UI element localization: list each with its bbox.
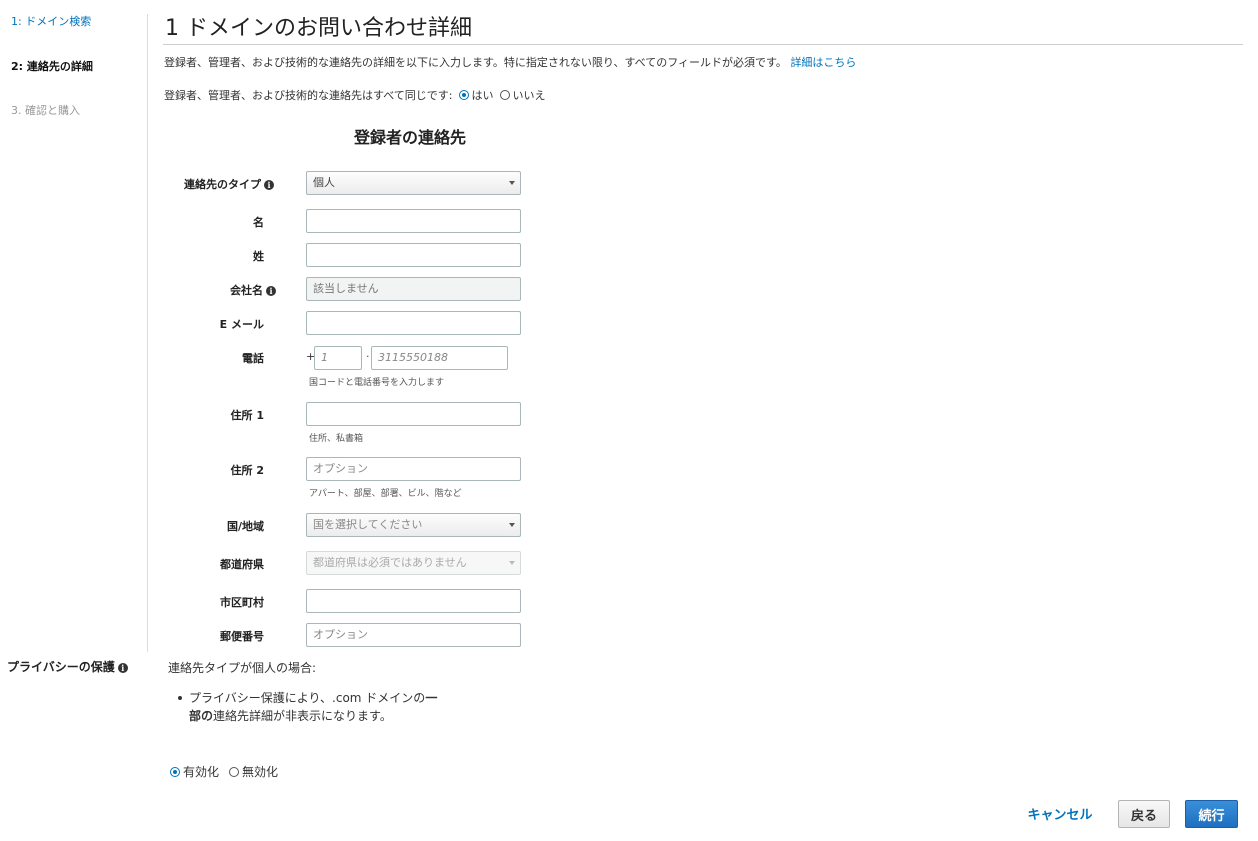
same-contacts-no-radio[interactable] (499, 90, 510, 100)
phone-hint: 国コードと電話番号を入力します (309, 378, 445, 388)
phone-number-input[interactable]: 3115550188 (371, 346, 508, 370)
continue-button[interactable]: 続行 (1185, 800, 1238, 828)
email-label: E メール (219, 318, 264, 331)
address1-input[interactable] (306, 402, 521, 426)
privacy-radio-group: 有効化 無効化 (170, 763, 278, 780)
intro-text: 登録者、管理者、および技術的な連絡先の詳細を以下に入力します。特に指定されない限… (164, 54, 856, 70)
privacy-condition: 連絡先タイプが個人の場合: (168, 661, 317, 675)
sidebar-step-review-purchase: 3. 確認と購入 (11, 104, 80, 117)
country-label: 国/地域 (226, 520, 264, 533)
address2-label: 住所 2 (230, 464, 264, 477)
cancel-button[interactable]: キャンセル (1022, 799, 1098, 827)
address1-label: 住所 1 (230, 409, 264, 422)
same-contacts-row: 登録者、管理者、および技術的な連絡先はすべて同じです: はい いいえ (164, 87, 546, 103)
bullet-dot (178, 696, 182, 700)
header-divider (163, 44, 1243, 45)
email-input[interactable] (306, 311, 521, 335)
first-name-input[interactable] (306, 209, 521, 233)
city-input[interactable] (306, 589, 521, 613)
registrant-section-title: 登録者の連絡先 (353, 128, 466, 147)
same-contacts-yes-label: はい (471, 89, 494, 102)
contact-type-select[interactable]: 個人 (306, 171, 521, 195)
address2-input[interactable]: オプション (306, 457, 521, 481)
address1-hint: 住所、私書箱 (309, 434, 364, 444)
chevron-down-icon (509, 523, 515, 527)
same-contacts-yes-radio[interactable] (458, 90, 469, 100)
address2-hint: アパート、部屋、部署、ビル、階など (309, 489, 462, 499)
info-icon[interactable]: i (117, 662, 128, 673)
company-label-text: 会社名 (230, 284, 263, 297)
state-label: 都道府県 (220, 558, 264, 571)
phone-label: 電話 (242, 352, 264, 365)
same-contacts-no-option[interactable]: いいえ (499, 87, 546, 103)
contact-type-label-text: 連絡先のタイプ (184, 178, 261, 191)
last-name-label: 姓 (253, 250, 264, 263)
chevron-down-icon (509, 561, 515, 565)
sidebar-step-contact-details: 2: 連絡先の詳細 (11, 60, 93, 73)
same-contacts-no-label: いいえ (512, 89, 546, 102)
privacy-enable-label: 有効化 (183, 765, 220, 779)
privacy-disable-option[interactable]: 無効化 (229, 763, 278, 780)
last-name-input[interactable] (306, 243, 521, 267)
postal-input[interactable]: オプション (306, 623, 521, 647)
contact-type-label: 連絡先のタイプ i (156, 176, 274, 192)
contact-type-value: 個人 (313, 176, 335, 189)
same-contacts-question: 登録者、管理者、および技術的な連絡先はすべて同じです: (164, 89, 453, 102)
city-label: 市区町村 (220, 596, 264, 609)
sidebar-step-domain-search[interactable]: 1: ドメイン検索 (11, 15, 91, 29)
privacy-label-text: プライバシーの保護 (7, 660, 115, 674)
intro-description: 登録者、管理者、および技術的な連絡先の詳細を以下に入力します。特に指定されない限… (164, 56, 787, 69)
info-icon[interactable]: i (264, 180, 274, 190)
info-icon[interactable]: i (266, 286, 276, 296)
privacy-protection-label: プライバシーの保護 i (7, 658, 128, 675)
privacy-enable-radio[interactable] (170, 766, 180, 777)
back-button[interactable]: 戻る (1118, 800, 1170, 828)
privacy-disable-label: 無効化 (242, 765, 279, 779)
country-placeholder: 国を選択してください (313, 518, 423, 531)
privacy-enable-option[interactable]: 有効化 (170, 763, 219, 780)
company-input: 該当しません (306, 277, 521, 301)
privacy-bullet-text-1: プライバシー保護により、.com ドメインの (189, 691, 426, 705)
same-contacts-yes-option[interactable]: はい (458, 87, 494, 103)
state-placeholder: 都道府県は必須ではありません (313, 556, 467, 569)
first-name-label: 名 (253, 216, 264, 229)
privacy-bullet-text-2: 連絡先詳細が非表示になります。 (213, 709, 392, 723)
chevron-down-icon (509, 181, 515, 185)
phone-separator: · (366, 350, 370, 363)
privacy-disable-radio[interactable] (229, 766, 240, 777)
state-select: 都道府県は必須ではありません (306, 551, 521, 575)
postal-label: 郵便番号 (220, 630, 264, 643)
company-label: 会社名 i (158, 282, 276, 298)
phone-country-code-input[interactable]: 1 (314, 346, 362, 370)
page-title: 1 ドメインのお問い合わせ詳細 (165, 16, 472, 41)
country-select[interactable]: 国を選択してください (306, 513, 521, 537)
privacy-bullet: プライバシー保護により、.com ドメインの一部の連絡先詳細が非表示になります。 (178, 689, 439, 725)
learn-more-link[interactable]: 詳細はこちら (790, 56, 856, 69)
